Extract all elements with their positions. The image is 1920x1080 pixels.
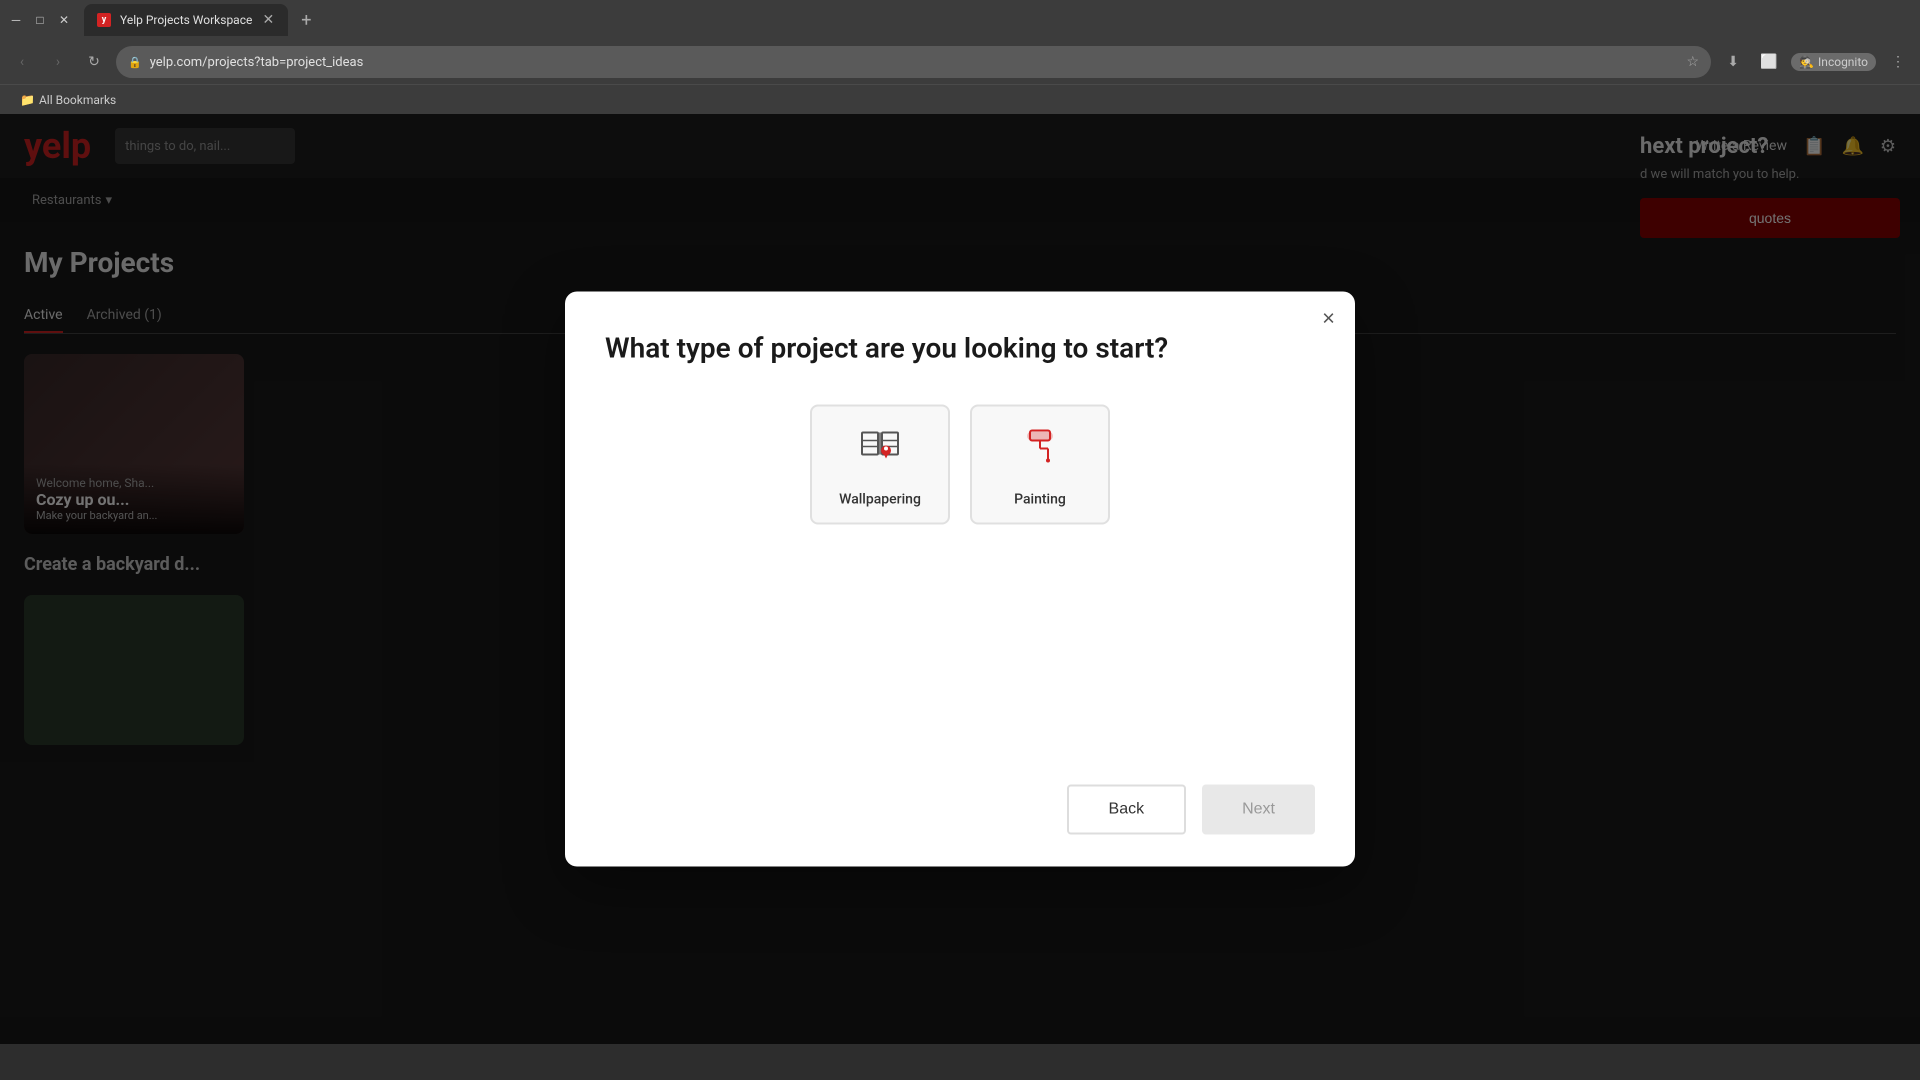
maximize-button[interactable]: □ (32, 12, 48, 28)
address-bar-row: ‹ › ↻ 🔒 yelp.com/projects?tab=project_id… (0, 40, 1920, 84)
lock-icon: 🔒 (128, 56, 142, 69)
incognito-badge[interactable]: 🕵 Incognito (1791, 53, 1876, 71)
all-bookmarks-label: All Bookmarks (39, 93, 116, 107)
back-button[interactable]: ‹ (8, 48, 36, 76)
back-button[interactable]: Back (1067, 785, 1187, 835)
wallpapering-label: Wallpapering (839, 491, 921, 507)
modal-title: What type of project are you looking to … (605, 332, 1315, 365)
new-tab-button[interactable]: + (292, 6, 320, 34)
title-bar: ─ □ ✕ y Yelp Projects Workspace ✕ + (0, 0, 1920, 40)
tab-favicon: y (96, 12, 112, 28)
download-icon[interactable]: ⬇ (1719, 48, 1747, 76)
bookmark-star-icon[interactable]: ☆ (1687, 54, 1700, 70)
tab-close-button[interactable]: ✕ (260, 12, 276, 28)
browser-tab-active[interactable]: y Yelp Projects Workspace ✕ (84, 4, 288, 36)
forward-button[interactable]: › (44, 48, 72, 76)
option-painting[interactable]: Painting (970, 405, 1110, 525)
modal-spacer (605, 565, 1315, 765)
tab-title: Yelp Projects Workspace (120, 13, 252, 27)
bookmarks-folder-icon: 📁 (20, 93, 35, 107)
minimize-button[interactable]: ─ (8, 12, 24, 28)
project-options: Wallpapering (605, 405, 1315, 525)
url-text: yelp.com/projects?tab=project_ideas (150, 55, 1679, 70)
painting-label: Painting (1014, 491, 1066, 507)
window-controls[interactable]: ─ □ ✕ (8, 12, 72, 28)
yelp-favicon: y (97, 13, 111, 27)
incognito-label: Incognito (1818, 55, 1868, 69)
close-window-button[interactable]: ✕ (56, 12, 72, 28)
address-bar[interactable]: 🔒 yelp.com/projects?tab=project_ideas ☆ (116, 46, 1711, 78)
modal-footer: Back Next (605, 765, 1315, 835)
address-bar-icons: ☆ (1687, 54, 1700, 70)
wallpapering-icon (856, 422, 904, 479)
next-button[interactable]: Next (1202, 785, 1315, 835)
menu-button[interactable]: ⋮ (1884, 48, 1912, 76)
painting-icon (1016, 422, 1064, 479)
reload-button[interactable]: ↻ (80, 48, 108, 76)
bookmarks-bar: 📁 All Bookmarks (0, 84, 1920, 114)
project-type-modal: × What type of project are you looking t… (565, 292, 1355, 867)
page-background: yelp things to do, nail... Write a Revie… (0, 114, 1920, 1044)
modal-close-button[interactable]: × (1322, 308, 1335, 330)
all-bookmarks-item[interactable]: 📁 All Bookmarks (12, 91, 124, 109)
browser-chrome: ─ □ ✕ y Yelp Projects Workspace ✕ + ‹ › … (0, 0, 1920, 114)
option-wallpapering[interactable]: Wallpapering (810, 405, 950, 525)
incognito-icon: 🕵 (1799, 55, 1814, 69)
profile-icon[interactable]: ⬜ (1755, 48, 1783, 76)
